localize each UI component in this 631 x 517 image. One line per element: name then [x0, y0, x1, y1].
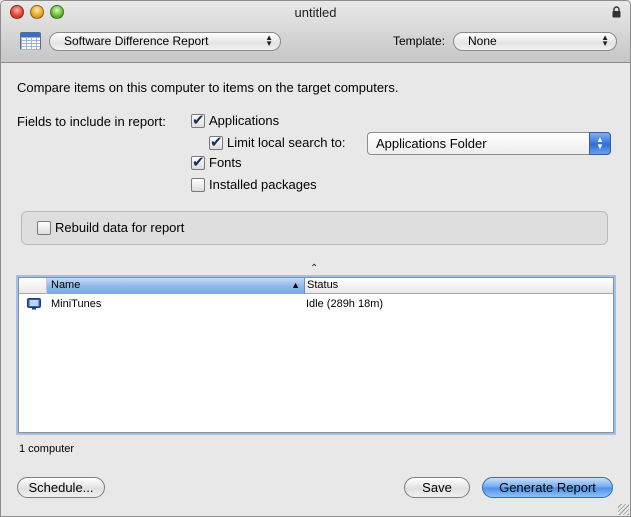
fonts-checkbox[interactable] [191, 153, 205, 171]
window: untitled Software Difference Report ▲ ▼ T… [0, 0, 631, 517]
template-popup[interactable]: None ▲ ▼ [453, 32, 617, 51]
applications-checkbox[interactable] [191, 111, 205, 129]
installed-packages-label: Installed packages [209, 177, 317, 192]
description-text: Compare items on this computer to items … [17, 80, 399, 95]
window-title: untitled [294, 5, 337, 20]
limit-search-label: Limit local search to: [227, 135, 346, 150]
row-status: Idle (289h 18m) [306, 298, 384, 310]
column-header-status[interactable]: Status [306, 278, 338, 294]
report-type-value: Software Difference Report [64, 34, 209, 48]
popup-arrows-icon: ▲ ▼ [265, 33, 273, 48]
title-toolbar: untitled Software Difference Report ▲ ▼ T… [1, 1, 630, 63]
applications-label: Applications [209, 113, 280, 128]
splitter-handle-icon[interactable]: ⌃ [310, 263, 318, 274]
column-header-icon[interactable] [19, 278, 47, 294]
limit-search-checkbox[interactable] [209, 133, 223, 151]
fields-label: Fields to include in report: [17, 114, 166, 129]
column-header-name[interactable]: Name ▲ [47, 278, 305, 294]
popup-arrows-icon: ▲ ▼ [601, 33, 609, 48]
limit-search-value: Applications Folder [376, 136, 487, 151]
report-type-popup[interactable]: Software Difference Report ▲ ▼ [49, 32, 281, 51]
rebuild-checkbox[interactable] [37, 221, 51, 235]
fonts-label: Fonts [209, 155, 242, 170]
report-icon [20, 32, 41, 50]
table-row[interactable]: MiniTunes Idle (289h 18m) [19, 295, 613, 313]
lock-icon [612, 6, 621, 18]
template-value: None [468, 34, 497, 48]
computer-list[interactable]: Name ▲ Status MiniTunes Idle (289h 18m) [18, 277, 614, 433]
resize-grip-icon[interactable] [618, 504, 629, 515]
save-button[interactable]: Save [404, 477, 470, 498]
template-label: Template: [393, 34, 446, 48]
list-header: Name ▲ Status [19, 278, 613, 294]
schedule-button[interactable]: Schedule... [17, 477, 105, 498]
computer-count: 1 computer [19, 443, 75, 455]
row-name: MiniTunes [51, 298, 102, 310]
installed-packages-checkbox[interactable] [191, 178, 205, 192]
rebuild-label: Rebuild data for report [55, 220, 185, 235]
limit-search-popup[interactable]: Applications Folder ▲ ▼ [367, 132, 611, 155]
popup-stepper-icon: ▲ ▼ [589, 132, 611, 155]
rebuild-group-box: Rebuild data for report [21, 211, 608, 245]
monitor-icon [27, 298, 41, 310]
generate-report-button[interactable]: Generate Report [482, 477, 613, 498]
sort-ascending-icon: ▲ [291, 280, 300, 290]
